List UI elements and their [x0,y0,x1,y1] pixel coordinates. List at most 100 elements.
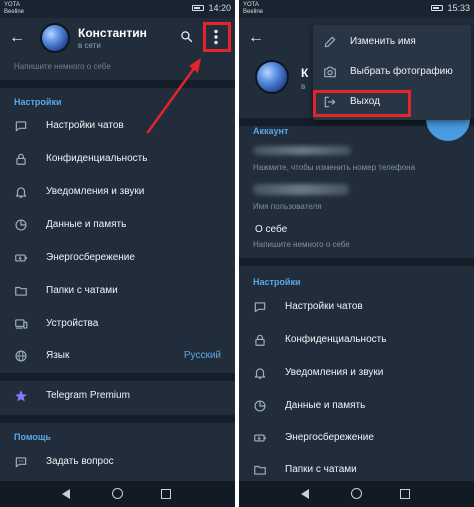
devices-icon [14,317,28,331]
section-divider [0,80,235,88]
settings-item-power-saving[interactable]: Энергосбережение [0,243,235,273]
carrier-name-secondary: Beeline [243,9,264,15]
settings-item-folders[interactable]: Папки с чатами [0,276,235,306]
section-divider [239,258,474,266]
premium-label: Telegram Premium [46,390,130,401]
bell-icon [14,185,28,199]
clock: 15:33 [447,3,470,13]
camera-icon [323,65,337,79]
language-value: Русский [183,350,221,361]
settings-item-label: Папки с чатами [46,285,118,296]
avatar[interactable] [255,60,289,94]
settings-section-title: Настройки [14,97,62,107]
settings-item-label: Конфиденциальность [46,153,148,164]
android-nav-bar [0,481,235,507]
more-options-highlight [203,22,231,52]
pencil-icon [323,35,337,49]
settings-item-privacy[interactable]: Конфиденциальность [239,325,474,355]
carrier-name-secondary: Beeline [4,9,25,15]
settings-item-notifications[interactable]: Уведомления и звуки [239,358,474,388]
profile-header: ← Константин в сети Напишите немного о с… [0,18,235,78]
settings-item-label: Язык [46,350,70,361]
username-hint: Имя пользователя [253,202,322,211]
nav-home-icon[interactable] [112,488,123,499]
battery-status-icon [192,5,205,11]
carrier-info: YOTA Beeline [243,2,263,16]
settings-item-label: Устройства [46,318,99,329]
nav-home-icon[interactable] [351,488,362,499]
lock-icon [253,333,267,347]
menu-item-label: Выбрать фотографию [350,66,453,77]
settings-item-chats[interactable]: Настройки чатов [0,111,235,141]
carrier-name: YOTA [243,2,259,8]
phone-number-blurred[interactable] [253,146,351,155]
settings-item-label: Данные и память [46,219,127,230]
settings-item-devices[interactable]: Устройства [0,309,235,339]
settings-item-label: Настройки чатов [285,301,363,312]
help-item-label: Задать вопрос [46,456,114,467]
about-label[interactable]: О себе [255,224,287,235]
status-bar: YOTA Beeline 14:20 [0,0,235,18]
phone-hint: Нажмите, чтобы изменить номер телефона [253,163,416,172]
status-right: 15:33 [431,3,470,13]
settings-section-title: Настройки [253,277,301,287]
menu-item-choose-photo[interactable]: Выбрать фотографию [313,57,471,87]
settings-item-label: Энергосбережение [46,252,135,263]
section-divider [0,373,235,381]
globe-icon [14,349,28,363]
carrier-name: YOTA [4,2,20,8]
nav-back-icon[interactable] [62,489,70,499]
nav-back-icon[interactable] [301,489,309,499]
android-nav-bar [239,481,474,507]
settings-item-chats[interactable]: Настройки чатов [239,292,474,322]
settings-item-power-saving[interactable]: Энергосбережение [239,423,474,453]
settings-item-data[interactable]: Данные и память [239,391,474,421]
lock-icon [14,152,28,166]
folder-icon [253,463,267,477]
settings-item-language[interactable]: Язык Русский [0,341,235,371]
bio-placeholder[interactable]: Напишите немного о себе [14,62,111,71]
left-phone-screen: YOTA Beeline 14:20 ← Константин в сети Н… [0,0,235,507]
help-item-ask-question[interactable]: Задать вопрос [0,447,235,477]
telegram-premium-item[interactable]: Telegram Premium [0,381,235,411]
chat-question-icon [14,455,28,469]
settings-item-label: Уведомления и звуки [285,367,384,378]
settings-item-label: Папки с чатами [285,464,357,475]
battery-status-icon [431,5,444,11]
carrier-info: YOTA Beeline [4,2,24,16]
settings-item-label: Данные и память [285,400,366,411]
online-status-partial: в [301,82,306,91]
battery-icon [14,251,28,265]
account-section-title: Аккаунт [253,126,289,136]
back-arrow-icon[interactable]: ← [248,30,264,46]
status-bar: YOTA Beeline 15:33 [239,0,474,18]
bell-icon [253,366,267,380]
search-icon[interactable] [180,30,193,46]
folder-icon [14,284,28,298]
settings-item-label: Настройки чатов [46,120,124,131]
settings-item-label: Конфиденциальность [285,334,387,345]
back-arrow-icon[interactable]: ← [9,30,25,46]
settings-item-notifications[interactable]: Уведомления и звуки [0,177,235,207]
pie-chart-icon [14,218,28,232]
menu-item-label: Изменить имя [350,36,416,47]
profile-name-partial: К [301,66,309,80]
about-hint: Напишите немного о себе [253,240,350,249]
nav-recent-apps-icon[interactable] [400,489,410,499]
settings-item-data[interactable]: Данные и память [0,210,235,240]
settings-item-label: Уведомления и звуки [46,186,145,197]
clock: 14:20 [208,3,231,13]
avatar[interactable] [40,23,70,53]
chat-bubble-icon [14,119,28,133]
username-blurred[interactable] [253,184,349,195]
settings-item-privacy[interactable]: Конфиденциальность [0,144,235,174]
menu-item-edit-name[interactable]: Изменить имя [313,27,471,57]
profile-name: Константин [78,26,147,40]
logout-highlight [313,90,411,117]
chat-bubble-icon [253,300,267,314]
star-icon [14,389,28,403]
online-status: в сети [78,41,101,50]
pie-chart-icon [253,399,267,413]
help-section-title: Помощь [14,432,52,442]
nav-recent-apps-icon[interactable] [161,489,171,499]
